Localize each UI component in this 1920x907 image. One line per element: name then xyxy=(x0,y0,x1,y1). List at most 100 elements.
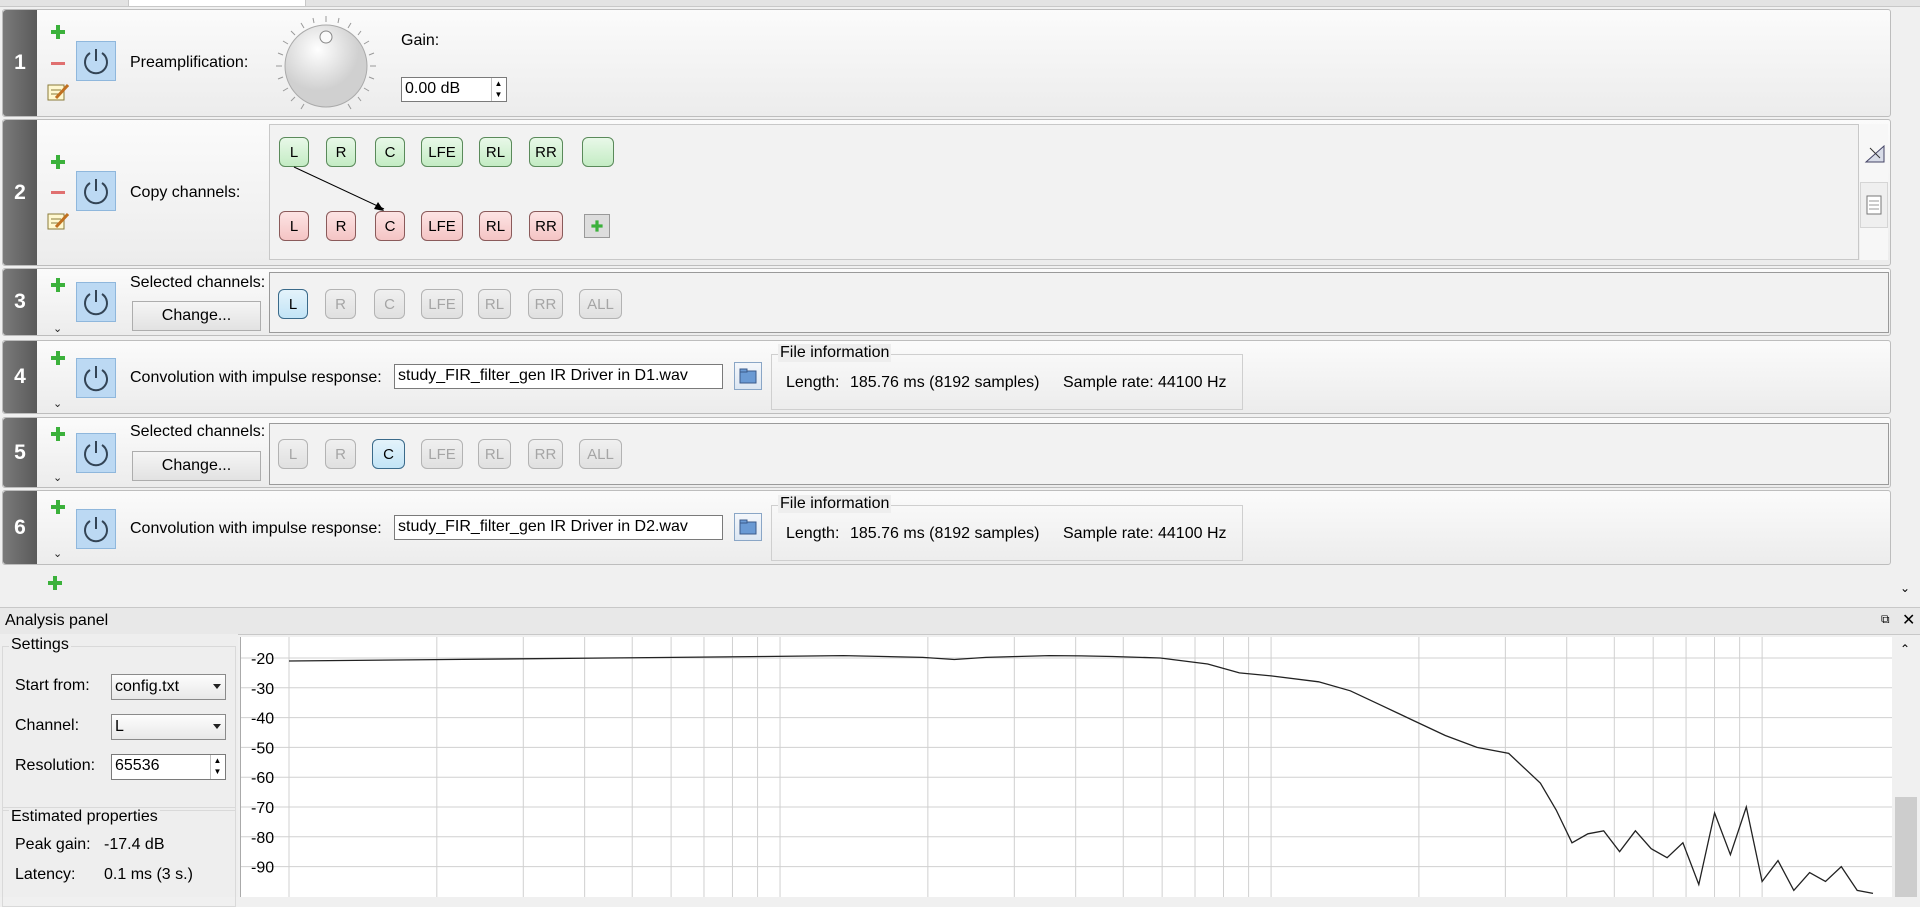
edit-icon[interactable] xyxy=(47,82,69,102)
scroll-down-icon[interactable]: ⌄ xyxy=(1900,581,1910,595)
power-toggle[interactable] xyxy=(76,358,116,398)
start-from-label: Start from: xyxy=(15,677,90,694)
power-toggle[interactable] xyxy=(76,41,116,81)
sample-rate-label: Sample rate: xyxy=(1063,525,1154,542)
power-icon xyxy=(84,517,108,543)
channel-label: Channel: xyxy=(15,717,80,734)
filter-row-6: 6 ⌄ Convolution with impulse response: s… xyxy=(2,490,1891,565)
target-channel-L[interactable]: L xyxy=(279,211,309,241)
expand-icon[interactable]: ⌄ xyxy=(53,399,63,410)
sample-rate-value: 44100 Hz xyxy=(1158,525,1227,542)
edit-icon[interactable] xyxy=(47,211,69,231)
start-from-select[interactable]: config.txt xyxy=(111,674,226,700)
filter-row-2: 2 Copy channels: L R C LFE RL RR L R C L… xyxy=(2,119,1891,266)
power-toggle[interactable] xyxy=(76,433,116,473)
channel-L[interactable]: L xyxy=(278,289,308,319)
scroll-up-icon[interactable]: ⌃ xyxy=(1900,642,1910,656)
channel-LFE[interactable]: LFE xyxy=(421,289,463,319)
add-filter-icon[interactable] xyxy=(50,154,66,170)
settings-title: Settings xyxy=(9,636,71,654)
channel-select[interactable]: L xyxy=(111,714,226,740)
power-icon xyxy=(84,179,108,205)
add-filter-icon[interactable] xyxy=(50,499,66,515)
gain-spinner[interactable]: ▲ ▼ xyxy=(491,78,505,101)
filter-row-4: 4 ⌄ Convolution with impulse response: s… xyxy=(2,340,1891,414)
resolution-input[interactable]: 65536 xyxy=(111,754,226,780)
power-icon xyxy=(84,290,108,316)
filter-number: 2 xyxy=(3,120,37,265)
add-filter-icon[interactable] xyxy=(50,350,66,366)
power-toggle[interactable] xyxy=(76,171,116,211)
channel-C[interactable]: C xyxy=(372,439,405,469)
channel-R[interactable]: R xyxy=(325,439,356,469)
channel-R[interactable]: R xyxy=(325,289,356,319)
expand-icon[interactable]: ⌄ xyxy=(53,473,63,484)
frequency-response-chart[interactable]: -20 -30 -40 -50 -60 -70 -80 -90 xyxy=(240,637,1893,897)
length-value: 185.76 ms (8192 samples) xyxy=(850,374,1040,391)
remove-filter-icon[interactable] xyxy=(50,56,66,72)
channel-LFE[interactable]: LFE xyxy=(421,439,463,469)
add-filter-icon[interactable] xyxy=(50,277,66,293)
source-channel-new[interactable] xyxy=(582,137,614,167)
group-title: File information xyxy=(778,344,892,362)
channel-RR[interactable]: RR xyxy=(528,439,563,469)
channel-ALL[interactable]: ALL xyxy=(579,289,622,319)
active-top-tab[interactable] xyxy=(128,0,306,7)
y-tick-label: -30 xyxy=(251,681,274,698)
chevron-down-icon xyxy=(213,724,221,729)
expand-icon[interactable]: ⌄ xyxy=(53,549,63,560)
add-filter-icon[interactable] xyxy=(50,24,66,40)
power-toggle[interactable] xyxy=(76,282,116,322)
graph-scrollbar[interactable]: ⌃ xyxy=(1892,637,1920,897)
channel-RL[interactable]: RL xyxy=(478,439,511,469)
expand-icon[interactable]: ⌄ xyxy=(53,324,63,335)
y-tick-label: -90 xyxy=(251,860,274,877)
group-title: File information xyxy=(778,495,892,513)
plus-icon xyxy=(591,220,604,233)
source-channel-RR[interactable]: RR xyxy=(529,137,563,167)
text-view-button[interactable] xyxy=(1860,182,1888,228)
power-icon xyxy=(84,441,108,467)
peak-gain-label: Peak gain: xyxy=(15,836,91,853)
target-channel-C[interactable]: C xyxy=(375,211,405,241)
power-icon xyxy=(84,49,108,75)
channel-C[interactable]: C xyxy=(374,289,405,319)
target-channel-R[interactable]: R xyxy=(326,211,356,241)
channel-L[interactable]: L xyxy=(278,439,308,469)
source-channel-RL[interactable]: RL xyxy=(479,137,512,167)
folder-icon xyxy=(739,519,757,535)
target-channel-LFE[interactable]: LFE xyxy=(421,211,463,241)
target-channel-RR[interactable]: RR xyxy=(529,211,563,241)
target-channel-RL[interactable]: RL xyxy=(479,211,512,241)
open-file-button[interactable] xyxy=(734,513,762,541)
undock-icon[interactable]: ⧉ xyxy=(1881,612,1890,627)
filter-row-5: 5 ⌄ Selected channels: Change... L R C L… xyxy=(2,417,1891,488)
open-file-button[interactable] xyxy=(734,362,762,390)
close-icon[interactable]: ✕ xyxy=(1902,610,1915,630)
channel-RL[interactable]: RL xyxy=(478,289,511,319)
selected-channels-panel: L R C LFE RL RR ALL xyxy=(269,272,1889,333)
scrollbar-thumb[interactable] xyxy=(1895,797,1917,897)
copy-connection-arrow xyxy=(293,166,385,211)
resolution-label: Resolution: xyxy=(15,757,96,774)
filter-row-3: 3 ⌄ Selected channels: Change... L R C L… xyxy=(2,268,1891,336)
folder-icon xyxy=(739,368,757,384)
channel-ALL[interactable]: ALL xyxy=(579,439,622,469)
power-toggle[interactable] xyxy=(76,509,116,549)
impulse-file-input[interactable]: study_FIR_filter_gen IR Driver in D1.wav xyxy=(394,364,723,389)
change-channels-button[interactable]: Change... xyxy=(132,451,261,481)
remove-filter-icon[interactable] xyxy=(50,185,66,201)
latency-label: Latency: xyxy=(15,866,76,883)
add-filter-icon[interactable] xyxy=(47,575,63,591)
gain-knob[interactable] xyxy=(273,13,379,119)
impulse-file-input[interactable]: study_FIR_filter_gen IR Driver in D2.wav xyxy=(394,515,723,540)
add-target-channel-button[interactable] xyxy=(584,214,610,238)
side-toolbar xyxy=(1860,124,1888,260)
add-filter-icon[interactable] xyxy=(50,426,66,442)
change-channels-button[interactable]: Change... xyxy=(132,301,261,331)
source-channel-LFE[interactable]: LFE xyxy=(421,137,463,167)
resolution-spinner[interactable]: ▲ ▼ xyxy=(210,755,224,779)
graph-tool-icon[interactable] xyxy=(1864,142,1886,164)
filters-scrollbar[interactable]: ⌄ xyxy=(1892,9,1920,601)
channel-RR[interactable]: RR xyxy=(528,289,563,319)
